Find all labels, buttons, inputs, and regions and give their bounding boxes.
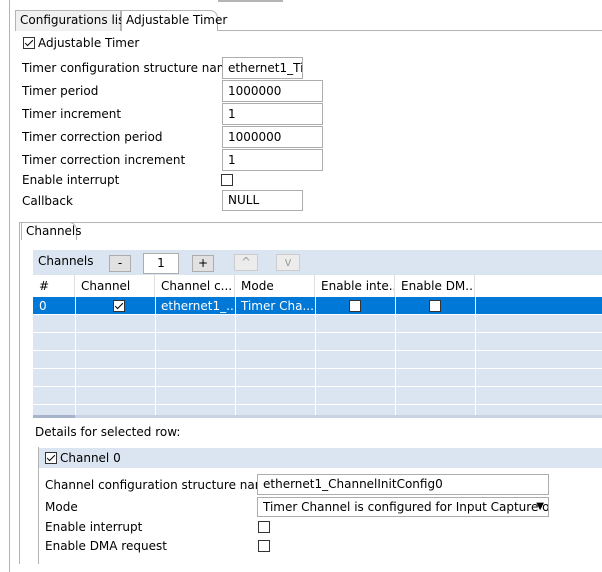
row-enable-interrupt-checkbox[interactable] <box>349 300 361 312</box>
chevron-down-icon: ▼ <box>536 501 544 512</box>
horizontal-scrollbar[interactable] <box>33 415 602 418</box>
channel-config-struct-name-field[interactable]: ethernet1_ChannelInitConfig0 <box>257 474 549 495</box>
table-row[interactable]: 0 ethernet1_... Timer Cha... <box>33 297 602 315</box>
column-header-channel-config[interactable]: Channel c... <box>155 275 235 297</box>
details-heading: Details for selected row: <box>35 425 181 439</box>
table-header: # Channel Channel c... Mode Enable inte.… <box>33 275 602 297</box>
remove-channel-button[interactable]: - <box>109 255 131 272</box>
grid-line <box>395 297 396 417</box>
timer-correction-increment-field[interactable]: 1 <box>222 149 323 171</box>
timer-increment-label: Timer increment <box>22 107 122 121</box>
empty-row <box>33 387 602 405</box>
channel-0-label: Channel 0 <box>60 451 121 465</box>
timer-correction-period-field[interactable]: 1000000 <box>222 126 323 148</box>
row-enable-dma-cell <box>395 297 475 315</box>
mode-select[interactable]: Timer Channel is configured for Input Ca… <box>257 497 549 517</box>
timer-increment-field[interactable]: 1 <box>222 103 323 125</box>
empty-row <box>33 369 602 387</box>
timer-correction-increment-label: Timer correction increment <box>22 153 186 167</box>
channel-config-struct-name-label: Channel configuration structure name <box>45 478 274 492</box>
channels-table: # Channel Channel c... Mode Enable inte.… <box>33 275 602 417</box>
channel-0-header <box>39 448 602 468</box>
channel-enable-interrupt-label: Enable interrupt <box>45 520 143 534</box>
adjustable-timer-label: Adjustable Timer <box>38 36 140 50</box>
timer-period-field[interactable]: 1000000 <box>222 80 323 102</box>
config-struct-name-field[interactable]: ethernet1_Tim <box>222 57 303 79</box>
grid-line <box>155 297 156 417</box>
move-down-button[interactable]: v <box>276 254 300 271</box>
tab-configurations-list[interactable]: Configurations list <box>15 10 129 31</box>
grid-line <box>315 297 316 417</box>
enable-interrupt-checkbox[interactable] <box>221 174 233 186</box>
mode-select-value: Timer Channel is configured for Input Ca… <box>263 500 549 514</box>
channels-toolbar-title: Channels <box>38 254 94 268</box>
column-header-index[interactable]: # <box>33 275 75 297</box>
row-index: 0 <box>39 299 47 313</box>
channel-0-checkbox[interactable] <box>45 452 57 464</box>
config-struct-name-label: Timer configuration structure name <box>22 61 236 75</box>
grid-line <box>75 297 76 417</box>
tab-label: Adjustable Timer <box>126 13 228 27</box>
tab-channels[interactable]: Channels <box>21 222 82 240</box>
top-edge <box>218 0 283 2</box>
enable-dma-request-label: Enable DMA request <box>45 539 167 553</box>
add-channel-button[interactable]: + <box>192 255 214 272</box>
empty-row <box>33 333 602 351</box>
tab-adjustable-timer[interactable]: Adjustable Timer <box>121 10 227 31</box>
callback-label: Callback <box>22 194 73 208</box>
empty-row <box>33 315 602 333</box>
move-up-button[interactable]: ^ <box>234 254 258 271</box>
row-mode: Timer Cha... <box>241 299 314 313</box>
column-header-mode[interactable]: Mode <box>235 275 315 297</box>
scrollbar-thumb[interactable] <box>33 415 75 418</box>
enable-dma-request-checkbox[interactable] <box>258 540 270 552</box>
tab-label: Configurations list <box>20 13 130 27</box>
column-header-enable-dma[interactable]: Enable DM... <box>395 275 475 297</box>
channel-enable-interrupt-checkbox[interactable] <box>258 521 270 533</box>
enable-interrupt-label: Enable interrupt <box>22 173 120 187</box>
mode-label: Mode <box>45 500 78 514</box>
row-channel-checkbox[interactable] <box>113 300 125 312</box>
grid-line <box>235 297 236 417</box>
row-enable-dma-checkbox[interactable] <box>429 300 441 312</box>
callback-field[interactable]: NULL <box>222 190 303 211</box>
column-header-enable-interrupt[interactable]: Enable inte... <box>315 275 395 297</box>
channel-count-field[interactable]: 1 <box>143 253 179 274</box>
row-channel-config: ethernet1_... <box>161 299 235 313</box>
grid-line <box>475 297 476 417</box>
column-header-channel[interactable]: Channel <box>75 275 155 297</box>
row-enable-interrupt-cell <box>315 297 395 315</box>
row-channel-cell <box>75 297 155 315</box>
tab-strip-line <box>216 30 602 31</box>
empty-row <box>33 351 602 369</box>
adjustable-timer-checkbox[interactable] <box>23 37 35 49</box>
timer-correction-period-label: Timer correction period <box>22 130 163 144</box>
timer-period-label: Timer period <box>22 84 99 98</box>
